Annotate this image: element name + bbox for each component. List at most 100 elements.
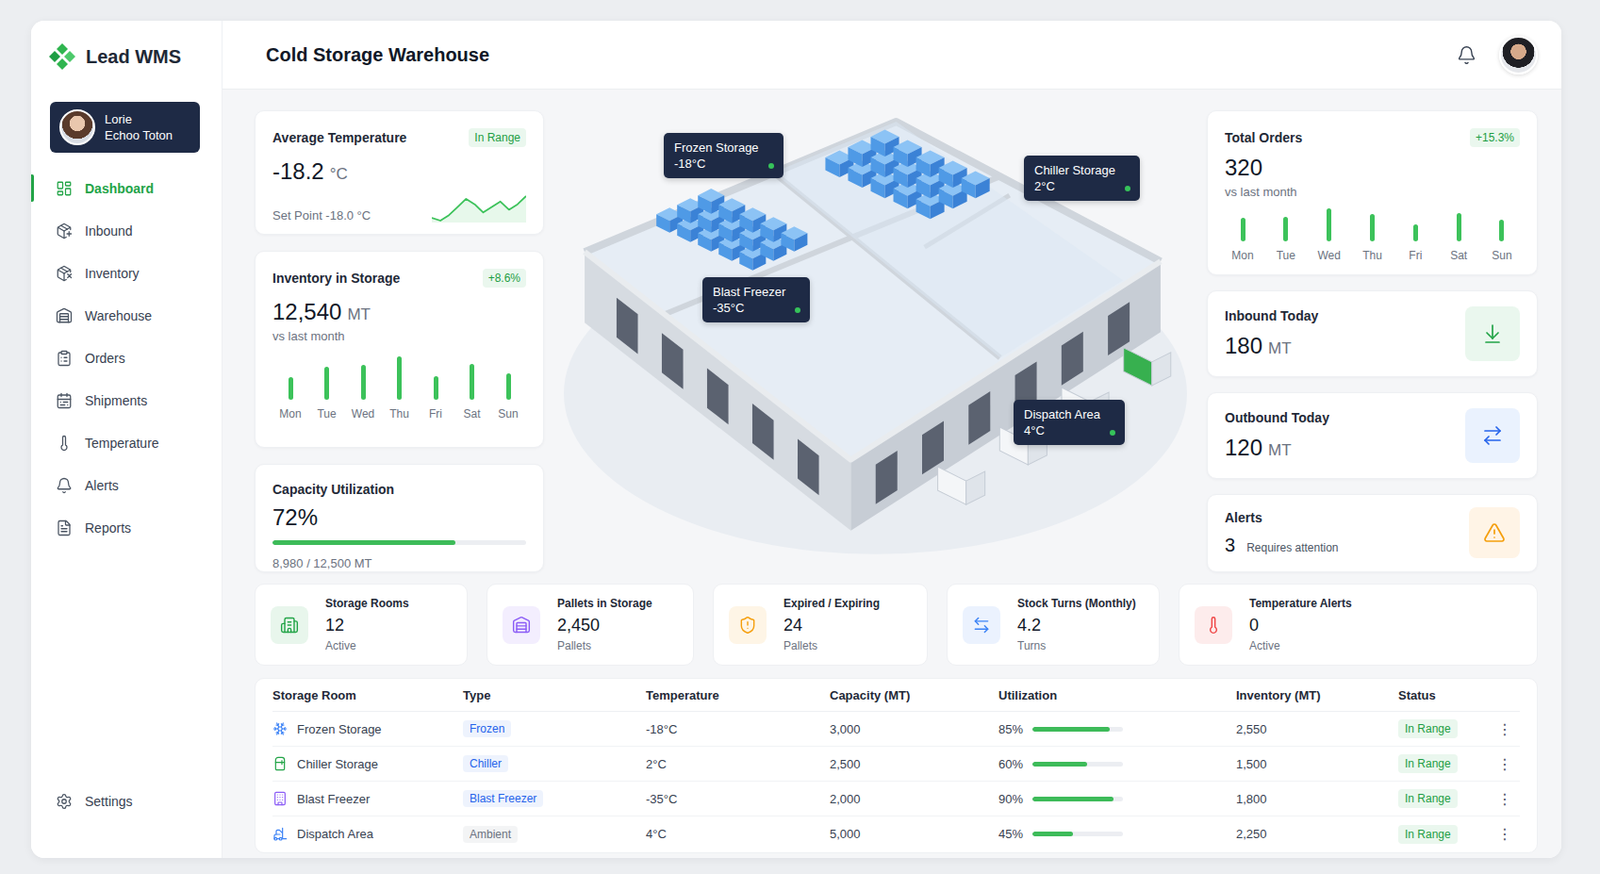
zone-label[interactable]: Frozen Storage-18°C xyxy=(663,132,784,179)
sidebar-label: Dashboard xyxy=(84,181,154,197)
room-cell: Dispatch Area xyxy=(272,826,463,842)
caption: vs last month xyxy=(1224,184,1520,199)
chart-column: Sat xyxy=(458,356,487,421)
column-header[interactable]: Status xyxy=(1398,688,1498,703)
sidebar-item[interactable]: Temperature xyxy=(31,421,222,464)
row-menu-button[interactable]: ⋮ xyxy=(1497,790,1513,809)
room-cell: Blast Freezer xyxy=(272,791,463,807)
table-row[interactable]: Dispatch AreaAmbient4°C5,00045%2,250In R… xyxy=(272,816,1520,852)
page-title: Cold Storage Warehouse xyxy=(265,44,490,66)
column-header[interactable]: Utilization xyxy=(998,688,1237,703)
inventory-card: Inventory in Storage+8.6%12,540MTvs last… xyxy=(254,250,545,448)
brand[interactable]: Lead WMS xyxy=(31,39,222,74)
chart-column: Sat xyxy=(1444,208,1473,263)
content: Average TemperatureIn Range-18.2°CSet Po… xyxy=(222,89,1562,858)
capacity-track xyxy=(272,540,527,545)
type-tag: Blast Freezer xyxy=(462,790,544,808)
alerts-card[interactable]: Alerts3Requires attention xyxy=(1206,494,1538,573)
column-header[interactable]: Temperature xyxy=(645,688,830,703)
inbound-icon-box xyxy=(1465,306,1520,362)
sidebar-item[interactable]: Dashboard xyxy=(31,166,222,210)
temperature-cell: 4°C xyxy=(645,826,830,842)
outbound-value: 120MT xyxy=(1224,434,1330,462)
bar-area xyxy=(396,356,402,400)
inbound-value: 180MT xyxy=(1224,332,1319,360)
row-menu-button[interactable]: ⋮ xyxy=(1497,720,1513,739)
type-cell: Chiller xyxy=(462,755,646,773)
stat-card: Pallets in Storage2,450Pallets xyxy=(486,583,694,666)
sidebar-label: Inventory xyxy=(84,265,140,281)
type-cell: Ambient xyxy=(462,825,646,843)
zone-label[interactable]: Blast Freezer-35°C xyxy=(702,277,810,323)
main: Cold Storage Warehouse Average Temperatur… xyxy=(222,20,1562,858)
column-header[interactable]: Storage Room xyxy=(272,688,463,703)
row-menu-button[interactable]: ⋮ xyxy=(1497,824,1513,843)
sidebar-label: Alerts xyxy=(84,478,119,494)
stat-text: Temperature Alerts0Active xyxy=(1249,596,1353,653)
unit: MT xyxy=(1268,441,1292,461)
table-row[interactable]: Frozen StorageFrozen-18°C3,00085%2,550In… xyxy=(272,711,1520,747)
alerts-caption: Requires attention xyxy=(1246,541,1338,555)
stats-row: Storage Rooms12ActivePallets in Storage2… xyxy=(254,583,1538,666)
sidebar-item[interactable]: Reports xyxy=(31,506,222,549)
capacity-value: 72% xyxy=(272,504,527,531)
profile-card[interactable]: LorieEchoo Toton xyxy=(49,101,200,153)
status-cell: In Range xyxy=(1398,824,1498,844)
zone-temperature: 4°C xyxy=(1023,422,1101,439)
orders-chart: MonTueWedThuFriSatSun xyxy=(1224,208,1520,263)
room-cell: Chiller Storage xyxy=(272,756,463,772)
card-head: Total Orders+15.3% xyxy=(1224,128,1520,148)
bar-area xyxy=(469,356,475,400)
status-tag: In Range xyxy=(1398,789,1458,809)
sidebar-item[interactable]: Orders xyxy=(31,336,222,380)
chart-column: Wed xyxy=(1315,208,1344,263)
utilization-fill xyxy=(1032,761,1088,767)
menu-cell: ⋮ xyxy=(1497,755,1520,774)
chart-column: Thu xyxy=(1357,208,1386,263)
capacity-cell: 5,000 xyxy=(829,826,999,842)
total-orders-card: Total Orders+15.3%320vs last monthMonTue… xyxy=(1206,110,1538,276)
header: Cold Storage Warehouse xyxy=(222,20,1562,90)
inventory-chart: MonTueWedThuFriSatSun xyxy=(272,356,527,421)
stat-card: Expired / Expiring24Pallets xyxy=(712,583,928,666)
shipments-icon xyxy=(55,392,73,410)
temperature-footer: Set Point -18.0 °C xyxy=(272,192,527,223)
table-row[interactable]: Blast FreezerBlast Freezer-35°C2,00090%1… xyxy=(272,781,1520,817)
status-dot xyxy=(768,163,775,169)
table-header: Storage RoomTypeTemperatureCapacity (MT)… xyxy=(272,678,1520,712)
bar-area xyxy=(1499,208,1504,242)
sidebar-label: Shipments xyxy=(84,393,148,409)
capacity-cell: 3,000 xyxy=(829,722,999,737)
sidebar-item[interactable]: Inbound xyxy=(31,209,222,252)
settings-item[interactable]: Settings xyxy=(31,779,222,823)
table-row[interactable]: Chiller StorageChiller2°C2,50060%1,500In… xyxy=(272,746,1520,782)
zone-label[interactable]: Chiller Storage2°C xyxy=(1023,155,1140,201)
sidebar-item[interactable]: Alerts xyxy=(31,463,222,507)
bell-icon[interactable] xyxy=(1456,45,1477,66)
sidebar-item[interactable]: Warehouse xyxy=(31,294,222,337)
zone-label[interactable]: Dispatch Area4°C xyxy=(1013,399,1125,446)
stat-caption: Pallets xyxy=(557,639,653,653)
brand-name: Lead WMS xyxy=(85,46,182,68)
user-avatar[interactable] xyxy=(1499,35,1538,75)
row-menu-button[interactable]: ⋮ xyxy=(1497,755,1513,774)
status-dot xyxy=(794,307,801,314)
column-header[interactable]: Type xyxy=(462,688,646,703)
sidebar-item[interactable]: Inventory xyxy=(31,251,222,295)
column-header[interactable]: Capacity (MT) xyxy=(829,688,999,703)
stat-value: 2,450 xyxy=(557,615,653,636)
room-name: Blast Freezer xyxy=(296,791,370,807)
utilization-cell: 45% xyxy=(998,826,1237,842)
card-title: Capacity Utilization xyxy=(272,481,527,497)
utilization-track xyxy=(1032,761,1123,767)
sidebar-item[interactable]: Shipments xyxy=(31,379,222,422)
stat-card: Temperature Alerts0Active xyxy=(1178,583,1538,666)
stat-text: Stock Turns (Monthly)4.2Turns xyxy=(1017,596,1137,653)
status-cell: In Range xyxy=(1398,789,1498,809)
warning-icon xyxy=(1483,521,1506,545)
alerts-count: 3 xyxy=(1224,534,1236,557)
day-label: Tue xyxy=(316,407,336,421)
day-label: Mon xyxy=(279,407,301,421)
column-header[interactable]: Inventory (MT) xyxy=(1236,688,1399,703)
overview: Average TemperatureIn Range-18.2°CSet Po… xyxy=(254,110,1538,572)
